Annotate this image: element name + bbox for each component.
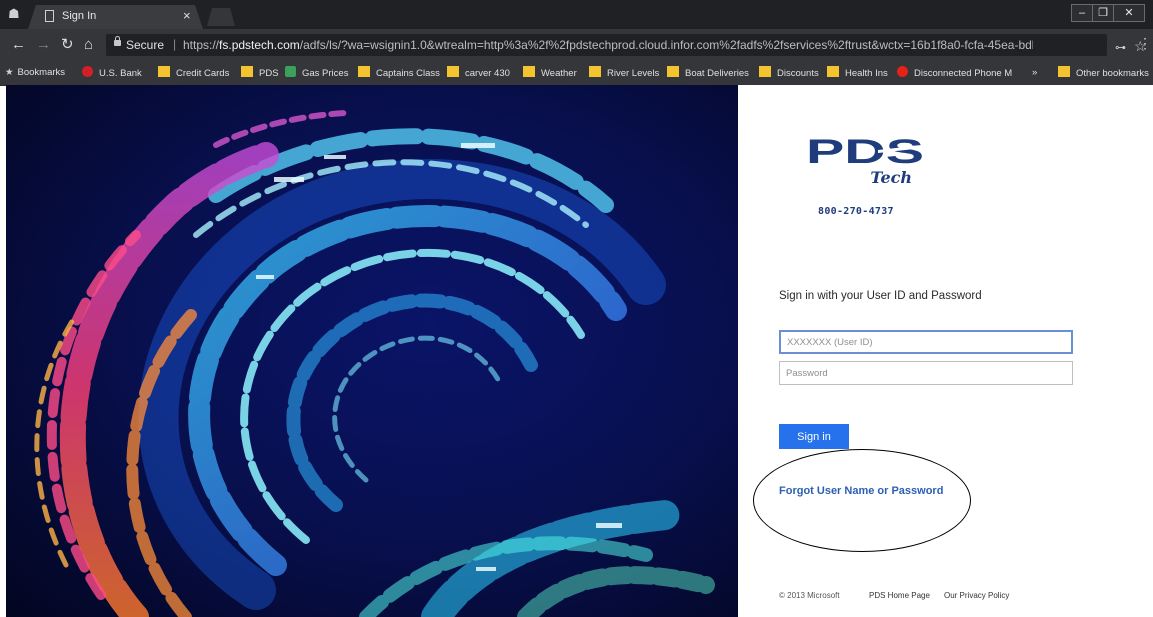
bank-favicon-icon [82, 66, 93, 77]
footer-copyright: © 2013 Microsoft [779, 591, 840, 600]
folder-icon [523, 66, 535, 77]
highlight-circle-annotation [753, 449, 971, 552]
bookmark-health-ins[interactable]: Health Ins [827, 66, 888, 81]
lock-icon [114, 36, 121, 46]
footer-privacy-link[interactable]: Our Privacy Policy [944, 591, 1009, 600]
bookmarks-overflow-chevron[interactable]: » [1032, 66, 1037, 80]
phone-number: 800-270-4737 [818, 206, 894, 217]
folder-icon [759, 66, 771, 77]
footer-home-link[interactable]: PDS Home Page [869, 591, 930, 600]
folder-icon [447, 66, 459, 77]
svg-text:Tech: Tech [870, 168, 912, 185]
minimize-button[interactable]: – [1071, 4, 1093, 22]
folder-icon [358, 66, 370, 77]
tab-sign-in[interactable]: Sign In × [28, 5, 203, 29]
url-separator: | [173, 37, 177, 51]
bookmark-river-levels[interactable]: River Levels [589, 66, 659, 81]
password-input[interactable] [779, 361, 1073, 385]
url-prefix: https:// [183, 38, 220, 52]
folder-icon [158, 66, 170, 77]
forgot-credentials-link[interactable]: Forgot User Name or Password [779, 485, 943, 497]
bookmark-other-bookmarks[interactable]: Other bookmarks [1058, 66, 1149, 81]
hero-background-image [6, 85, 738, 617]
folder-icon [1058, 66, 1070, 77]
secure-label: Secure [126, 38, 165, 52]
bookmark-disconnected-phone[interactable]: Disconnected Phone M [897, 66, 1017, 81]
bookmark-boat-deliveries[interactable]: Boat Deliveries [667, 66, 749, 81]
browser-tab-strip: ☗ Sign In × – ❐ ✕ [0, 0, 1153, 29]
bookmark-captains-class[interactable]: Captains Class [358, 66, 440, 81]
url-host: fs.pdstech.com [219, 38, 300, 52]
bookmark-pds[interactable]: PDS [241, 66, 279, 81]
bookmark-credit-cards[interactable]: Credit Cards [158, 66, 229, 81]
folder-icon [827, 66, 839, 77]
home-icon[interactable]: ⌂ [84, 36, 93, 54]
bookmark-discounts[interactable]: Discounts [759, 66, 819, 81]
folder-icon [589, 66, 601, 77]
sign-in-button[interactable]: Sign in [779, 424, 849, 449]
pds-tech-logo: PDS Tech [806, 133, 926, 187]
bookmark-bookmarks[interactable]: ★ Bookmarks [5, 66, 65, 80]
bookmark-us-bank[interactable]: U.S. Bank [82, 66, 142, 81]
sign-in-panel: PDS Tech 800-270-4737 Sign in with your … [738, 85, 1153, 617]
url-text[interactable]: https://fs.pdstech.com/adfs/ls/?wa=wsign… [183, 38, 1033, 52]
url-path: /adfs/ls/?wa=wsignin1.0&wtrealm=http%3a%… [299, 38, 1033, 52]
page-icon [45, 10, 54, 22]
browser-toolbar: ← → ↻ ⌂ Secure | https://fs.pdstech.com/… [0, 29, 1153, 61]
tab-title: Sign In [62, 10, 97, 22]
forward-icon[interactable]: → [36, 36, 51, 54]
incognito-icon: ☗ [8, 6, 20, 21]
sign-in-heading: Sign in with your User ID and Password [779, 290, 982, 302]
bookmarks-bar: ★ Bookmarks U.S. Bank Credit Cards PDS Ga… [0, 61, 1153, 86]
user-id-input[interactable] [779, 330, 1073, 354]
key-icon[interactable]: ⊶ [1115, 41, 1126, 54]
address-bar[interactable]: Secure | https://fs.pdstech.com/adfs/ls/… [106, 34, 1147, 56]
close-window-button[interactable]: ✕ [1113, 4, 1145, 22]
restore-button[interactable]: ❐ [1092, 4, 1114, 22]
folder-icon [667, 66, 679, 77]
new-tab-button[interactable] [207, 8, 235, 26]
bookmark-gas-prices[interactable]: Gas Prices [285, 66, 348, 81]
folder-icon [241, 66, 253, 77]
svg-text:PDS: PDS [806, 133, 924, 171]
bookmark-weather[interactable]: Weather [523, 66, 577, 81]
menu-icon[interactable]: ⋮ [1138, 35, 1152, 52]
star-icon: ★ [5, 67, 14, 78]
back-icon[interactable]: ← [11, 36, 26, 54]
close-icon[interactable]: × [183, 8, 191, 23]
gas-favicon-icon [285, 66, 296, 77]
reload-icon[interactable]: ↻ [61, 36, 74, 54]
bookmark-carver-430[interactable]: carver 430 [447, 66, 510, 81]
youtube-favicon-icon [897, 66, 908, 77]
